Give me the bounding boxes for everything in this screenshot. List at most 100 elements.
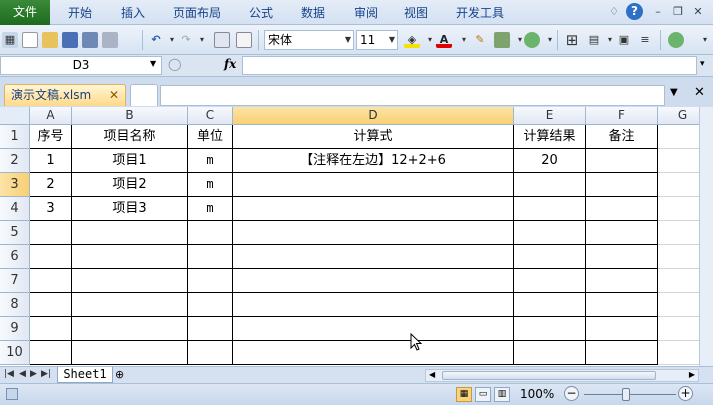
row-header-3[interactable]: 3: [0, 173, 30, 197]
table-cell[interactable]: [586, 221, 658, 245]
menu-data[interactable]: 数据: [301, 4, 325, 21]
table-cell[interactable]: [72, 293, 188, 317]
table-header-cell[interactable]: 单位: [188, 125, 233, 149]
table-cell[interactable]: [72, 269, 188, 293]
menu-developer[interactable]: 开发工具: [456, 4, 504, 21]
page-break-view-icon[interactable]: ▥: [494, 387, 510, 402]
row-header-2[interactable]: 2: [0, 149, 30, 173]
undo-icon[interactable]: ↶: [148, 32, 164, 48]
table-cell[interactable]: [514, 173, 586, 197]
column-header-e[interactable]: E: [514, 107, 586, 125]
zoom-level[interactable]: 100%: [520, 387, 554, 401]
zoom-in-icon[interactable]: +: [678, 386, 693, 401]
table-cell[interactable]: [72, 221, 188, 245]
format-painter-icon[interactable]: ✎: [472, 32, 488, 48]
close-icon[interactable]: ✕: [109, 85, 119, 106]
horizontal-scrollbar[interactable]: ◀ ▶: [425, 369, 699, 382]
borders-icon[interactable]: ⊞: [564, 32, 580, 48]
file-menu-tab[interactable]: 文件: [0, 0, 50, 25]
row-header-5[interactable]: 5: [0, 221, 30, 245]
table-cell[interactable]: [72, 245, 188, 269]
table-cell[interactable]: [514, 197, 586, 221]
table-cell[interactable]: [233, 341, 514, 365]
table-header-cell[interactable]: 备注: [586, 125, 658, 149]
open-folder-icon[interactable]: [42, 32, 58, 48]
formula-bar-expand-icon[interactable]: ◯: [168, 57, 181, 71]
table-cell[interactable]: [586, 317, 658, 341]
menu-insert[interactable]: 插入: [121, 4, 145, 21]
table-cell[interactable]: 项目3: [72, 197, 188, 221]
fill-color-icon[interactable]: ◈: [404, 32, 420, 48]
column-header-f[interactable]: F: [586, 107, 658, 125]
close-workbook-icon[interactable]: ✕: [694, 85, 705, 100]
align-icon[interactable]: ≡: [637, 32, 653, 48]
restore-icon[interactable]: ❐: [670, 4, 686, 20]
print-preview-page-icon[interactable]: [236, 32, 252, 48]
table-cell[interactable]: [514, 245, 586, 269]
row-header-4[interactable]: 4: [0, 197, 30, 221]
menu-view[interactable]: 视图: [404, 4, 428, 21]
formula-input[interactable]: [242, 56, 697, 75]
column-header-b[interactable]: B: [72, 107, 188, 125]
table-cell[interactable]: [586, 269, 658, 293]
row-header-9[interactable]: 9: [0, 317, 30, 341]
next-sheet-icon[interactable]: ▶: [30, 369, 37, 379]
permission-icon[interactable]: [102, 32, 118, 48]
minimize-icon[interactable]: –: [650, 4, 666, 20]
redo-dropdown-icon[interactable]: ▾: [194, 32, 210, 48]
formula-expand-icon[interactable]: ▾: [700, 59, 705, 69]
insert-sheet-icon[interactable]: ⊕: [115, 368, 135, 382]
macro-dropdown-icon[interactable]: ▾: [542, 32, 558, 48]
table-cell[interactable]: [514, 317, 586, 341]
workbook-tab-active[interactable]: 演示文稿.xlsm ✕: [4, 84, 126, 106]
zoom-slider-thumb[interactable]: [622, 388, 630, 401]
select-all-corner[interactable]: [0, 107, 30, 125]
table-cell[interactable]: [72, 317, 188, 341]
table-header-cell[interactable]: 计算结果: [514, 125, 586, 149]
table-cell[interactable]: [188, 293, 233, 317]
insert-function-icon[interactable]: fx: [224, 57, 236, 71]
zoom-out-icon[interactable]: −: [564, 386, 579, 401]
row-header-10[interactable]: 10: [0, 341, 30, 365]
tab-list-icon[interactable]: ▼: [670, 87, 678, 98]
table-cell-selected[interactable]: [233, 173, 514, 197]
table-cell[interactable]: [514, 221, 586, 245]
scroll-right-icon[interactable]: ▶: [689, 370, 695, 379]
table-cell[interactable]: [30, 221, 72, 245]
row-header-1[interactable]: 1: [0, 125, 30, 149]
table-cell[interactable]: [586, 341, 658, 365]
column-header-a[interactable]: A: [30, 107, 72, 125]
table-cell[interactable]: [188, 245, 233, 269]
print-preview-icon[interactable]: ▦: [2, 32, 18, 48]
macro-icon[interactable]: [524, 32, 540, 48]
prev-sheet-icon[interactable]: ◀: [19, 369, 26, 379]
first-sheet-icon[interactable]: |◀: [4, 369, 14, 379]
run-icon[interactable]: [668, 32, 684, 48]
collapse-ribbon-icon[interactable]: ♢: [606, 4, 622, 20]
table-cell[interactable]: [188, 221, 233, 245]
table-cell[interactable]: 20: [514, 149, 586, 173]
table-cell[interactable]: m: [188, 173, 233, 197]
table-cell[interactable]: [586, 173, 658, 197]
table-cell[interactable]: m: [188, 197, 233, 221]
menu-formulas[interactable]: 公式: [249, 4, 273, 21]
camera-icon[interactable]: ▣: [616, 32, 632, 48]
table-cell[interactable]: 【注释在左边】12+2+6: [233, 149, 514, 173]
table-cell[interactable]: [30, 341, 72, 365]
zoom-slider-track[interactable]: [584, 394, 676, 395]
table-header-cell[interactable]: 项目名称: [72, 125, 188, 149]
table-cell[interactable]: m: [188, 149, 233, 173]
table-header-cell[interactable]: 序号: [30, 125, 72, 149]
table-format-icon[interactable]: ▤: [586, 32, 602, 48]
save-as-icon[interactable]: [82, 32, 98, 48]
menu-review[interactable]: 审阅: [354, 4, 378, 21]
help-icon[interactable]: ?: [626, 3, 643, 20]
table-cell[interactable]: 项目1: [72, 149, 188, 173]
menu-page-layout[interactable]: 页面布局: [173, 4, 221, 21]
table-cell[interactable]: 项目2: [72, 173, 188, 197]
font-name-select[interactable]: 宋体 ▼: [264, 30, 354, 50]
table-cell[interactable]: [233, 269, 514, 293]
table-cell[interactable]: [233, 245, 514, 269]
table-cell[interactable]: [586, 293, 658, 317]
page-layout-view-icon[interactable]: ▭: [475, 387, 491, 402]
